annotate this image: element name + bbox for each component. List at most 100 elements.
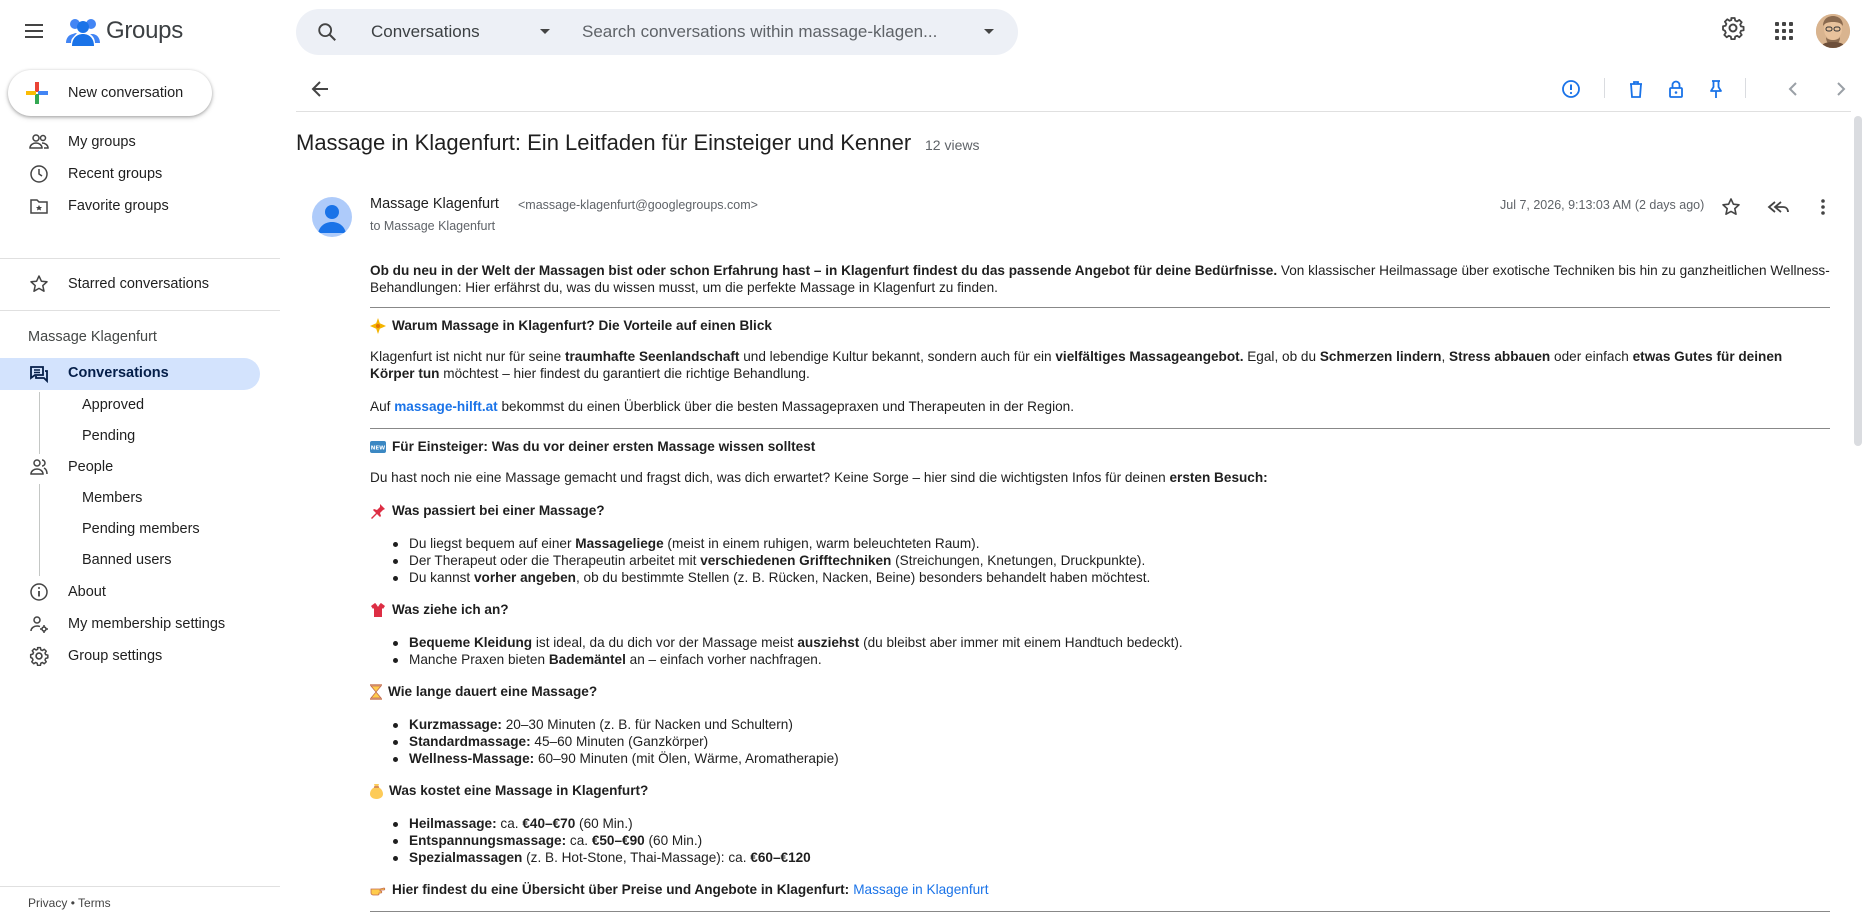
sidebar-item-recent-groups[interactable]: Recent groups <box>0 158 260 190</box>
previous-chevron-icon[interactable] <box>1782 78 1804 100</box>
text-bold: vielfältiges Massageangebot. <box>1055 349 1244 364</box>
clock-icon <box>30 165 48 183</box>
text-run: möchtest – hier findest du garantiert di… <box>439 366 810 381</box>
account-avatar-image <box>1816 14 1850 48</box>
sidebar-item-group-settings[interactable]: Group settings <box>0 640 260 672</box>
more-vert-icon[interactable] <box>1815 196 1831 218</box>
search-input[interactable] <box>582 18 972 46</box>
sidebar-item-label: Conversations <box>68 365 169 381</box>
list-item: Der Therapeut oder die Therapeutin arbei… <box>390 552 1150 569</box>
star-outline-icon[interactable] <box>1720 196 1742 218</box>
text-run: Hier findest du eine Übersicht über Prei… <box>392 882 850 897</box>
sidebar-item-label: Group settings <box>68 648 163 664</box>
intro-paragraph: Ob du neu in der Welt der Massagen bist … <box>370 262 1830 296</box>
sidebar-divider <box>0 258 280 259</box>
info-icon <box>30 583 48 601</box>
sidebar-item-conversations[interactable]: Conversations <box>0 358 260 390</box>
delete-icon[interactable] <box>1625 78 1647 100</box>
star-outline-icon <box>30 275 48 292</box>
sidebar-item-people[interactable]: People <box>0 451 260 483</box>
back-arrow-icon[interactable] <box>309 78 331 100</box>
shirt-emoji-icon <box>371 602 385 617</box>
paragraph-overview: Auf massage-hilft.at bekommst du einen Ü… <box>370 398 1830 415</box>
people-icon <box>29 134 49 149</box>
toolbar-separator <box>1745 78 1746 98</box>
search-icon[interactable] <box>316 21 338 43</box>
massage-klagenfurt-link[interactable]: Massage in Klagenfurt <box>853 881 988 898</box>
svg-text:NEW: NEW <box>371 445 385 451</box>
next-chevron-icon[interactable] <box>1830 78 1852 100</box>
sidebar-item-label: Approved <box>82 397 145 413</box>
subheading-duration: Wie lange dauert eine Massage? <box>370 683 1830 700</box>
horizontal-rule <box>370 428 1830 429</box>
folder-star-icon <box>30 199 48 214</box>
list-item: Heilmassage: ca. €40–€70 (60 Min.) <box>390 815 811 832</box>
sidebar-item-label: People <box>68 459 114 475</box>
sidebar-item-members[interactable]: Members <box>0 483 260 513</box>
thread-view: Massage in Klagenfurt: Ein Leitfaden für… <box>296 64 1866 920</box>
list-item: Standardmassage: 45–60 Minuten (Ganzkörp… <box>390 733 839 750</box>
sidebar-item-starred-conversations[interactable]: Starred conversations <box>0 268 260 300</box>
forum-icon <box>30 366 48 384</box>
terms-link[interactable]: Terms <box>78 896 111 910</box>
money-bag-emoji-icon <box>370 783 383 799</box>
sidebar-item-pending-members[interactable]: Pending members <box>0 514 260 544</box>
sidebar-item-label: Members <box>82 490 143 506</box>
sidebar-item-label: Banned users <box>82 552 172 568</box>
sidebar-item-label: Pending <box>82 428 136 444</box>
new-conversation-button[interactable]: New conversation <box>8 70 212 116</box>
toolbar-separator <box>1604 78 1605 98</box>
paragraph-prices-link: Hier findest du eine Übersicht über Prei… <box>370 881 1830 898</box>
list-cost: Heilmassage: ca. €40–€70 (60 Min.) Entsp… <box>390 815 811 866</box>
privacy-link[interactable]: Privacy <box>28 896 67 910</box>
new-badge-emoji-icon: NEW <box>370 440 386 453</box>
list-what-happens: Du liegst bequem auf einer Massageliege … <box>390 535 1150 586</box>
google-apps-icon[interactable] <box>1775 22 1793 40</box>
pin-icon[interactable] <box>1705 78 1727 100</box>
list-item: Du kannst vorher angeben, ob du bestimmt… <box>390 569 1150 586</box>
subheading-what-happens: Was passiert bei einer Massage? <box>370 502 1830 519</box>
text-run: und lebendige Kultur bekannt, sondern au… <box>739 349 1056 364</box>
recipient-line: to Massage Klagenfurt <box>370 219 496 233</box>
sidebar-item-my-groups[interactable]: My groups <box>0 126 260 158</box>
intro-bold: Ob du neu in der Welt der Massagen bist … <box>370 263 1278 278</box>
sidebar-item-pending[interactable]: Pending <box>0 421 260 451</box>
settings-gear-icon[interactable] <box>1721 16 1745 40</box>
sidebar-item-favorite-groups[interactable]: Favorite groups <box>0 190 260 222</box>
massage-hilft-link[interactable]: massage-hilft.at <box>394 399 498 414</box>
sidebar-item-label: Favorite groups <box>68 198 169 214</box>
scope-dropdown-icon[interactable] <box>540 29 550 34</box>
sidebar-item-label: Starred conversations <box>68 276 210 292</box>
left-sidebar: New conversation My groups Recent groups… <box>0 64 280 920</box>
list-clothing: Bequeme Kleidung ist ideal, da du dich v… <box>390 634 1183 668</box>
sidebar-item-banned-users[interactable]: Banned users <box>0 545 260 575</box>
vertical-scrollbar[interactable] <box>1854 116 1862 446</box>
view-count: 12 views <box>925 137 980 153</box>
search-scope-select[interactable]: Conversations <box>371 22 480 42</box>
sidebar-item-membership-settings[interactable]: My membership settings <box>0 608 260 640</box>
sidebar-item-about[interactable]: About <box>0 576 260 608</box>
report-icon[interactable] <box>1560 78 1582 100</box>
sidebar-item-approved[interactable]: Approved <box>0 390 260 420</box>
sidebar-divider <box>0 310 280 311</box>
sender-name[interactable]: Massage Klagenfurt <box>370 196 499 212</box>
lock-icon[interactable] <box>1665 78 1687 100</box>
account-avatar[interactable] <box>1816 14 1850 48</box>
search-bar: Conversations <box>296 9 1018 55</box>
search-options-dropdown-icon[interactable] <box>984 29 994 34</box>
reply-all-icon[interactable] <box>1766 196 1790 218</box>
section-heading-beginners: NEW Für Einsteiger: Was du vor deiner er… <box>370 438 1830 455</box>
text-bold: Stress abbauen <box>1449 349 1551 364</box>
group-name-heading[interactable]: Massage Klagenfurt <box>28 329 157 345</box>
main-menu-button[interactable] <box>22 20 46 44</box>
paragraph-advantages: Klagenfurt ist nicht nur für seine traum… <box>370 348 1830 382</box>
text-run: , <box>1441 349 1449 364</box>
groups-logo[interactable]: Groups <box>66 16 183 46</box>
section-heading-text: Warum Massage in Klagenfurt? Die Vorteil… <box>392 318 772 333</box>
list-duration: Kurzmassage: 20–30 Minuten (z. B. für Na… <box>390 716 839 767</box>
sidebar-item-label: About <box>68 584 106 600</box>
top-bar: Groups Conversations <box>0 0 1866 64</box>
pointing-hand-emoji-icon <box>370 887 386 895</box>
text-run: oder einfach <box>1550 349 1633 364</box>
list-item: Bequeme Kleidung ist ideal, da du dich v… <box>390 634 1183 651</box>
